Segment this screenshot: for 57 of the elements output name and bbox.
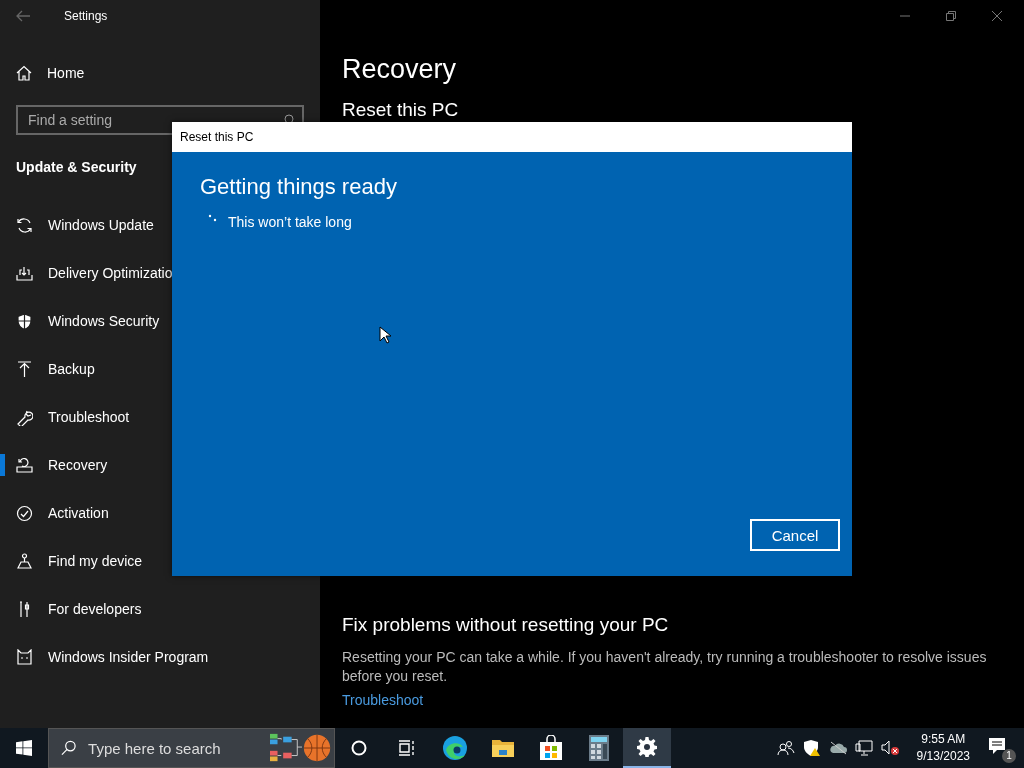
cat-face-icon — [16, 648, 33, 666]
wrench-icon — [16, 408, 33, 426]
calculator-icon — [589, 735, 609, 761]
status-text: This won’t take long — [228, 214, 352, 230]
settings-button[interactable] — [623, 728, 671, 768]
close-icon[interactable] — [992, 11, 1002, 21]
troubleshoot-link[interactable]: Troubleshoot — [342, 692, 424, 708]
notification-badge: 1 — [1002, 749, 1016, 763]
section-heading: Fix problems without resetting your PC — [342, 614, 670, 636]
person-location-icon — [16, 552, 33, 570]
shield-icon — [16, 312, 33, 330]
download-tray-icon — [16, 264, 33, 282]
sync-icon — [16, 216, 33, 234]
sidebar-item[interactable]: Activation — [0, 489, 320, 537]
cancel-button[interactable]: Cancel — [750, 519, 840, 551]
restore-icon[interactable] — [946, 11, 956, 21]
upload-arrow-icon — [16, 360, 33, 378]
windows-logo-icon[interactable] — [16, 740, 32, 756]
task-view-icon — [398, 740, 416, 756]
sidebar-item[interactable]: Windows Insider Program — [0, 633, 320, 681]
sidebar-item[interactable]: Find my device — [0, 537, 320, 585]
shield-warning-icon[interactable] — [802, 739, 821, 757]
clock-date: 9/13/2023 — [916, 748, 970, 765]
people-icon[interactable] — [776, 740, 795, 756]
sidebar-item[interactable]: Delivery Optimizatio — [0, 249, 320, 297]
taskbar-search-box[interactable]: Type here to search — [48, 728, 335, 768]
dialog-title: Reset this PC — [172, 122, 852, 152]
back-arrow-icon[interactable] — [16, 10, 30, 22]
dialog-heading: Getting things ready — [200, 174, 398, 200]
edge-logo-icon — [442, 735, 468, 761]
circle-icon — [351, 740, 367, 756]
search-field[interactable]: Type here to search — [86, 738, 261, 758]
clock-time: 9:55 AM — [921, 731, 966, 748]
sidebar-item[interactable]: Backup — [0, 345, 320, 393]
description-text: Resetting your PC can take a while. If you haven't already, try running a troubleshooter to resolve issues before you reset. — [342, 648, 988, 686]
sidebar-item[interactable]: Recovery — [0, 441, 320, 489]
sidebar-item[interactable]: For developers — [0, 585, 320, 633]
sidebar-item[interactable]: Windows Security — [0, 297, 320, 345]
home-item[interactable]: Home — [0, 49, 320, 97]
volume-muted-icon[interactable] — [880, 740, 899, 756]
page-title: Recovery — [342, 54, 458, 85]
notification-icon[interactable] — [988, 737, 1006, 755]
search-icon — [61, 740, 77, 756]
home-icon — [16, 65, 32, 81]
folder-icon — [491, 737, 515, 759]
spinner-icon — [208, 214, 218, 224]
check-circle-icon — [16, 504, 33, 522]
network-icon[interactable] — [854, 740, 873, 756]
section-heading: Reset this PC — [342, 99, 460, 121]
mouse-pointer-icon — [379, 326, 391, 344]
window-title: Settings — [64, 9, 108, 23]
section-heading: Update & Security — [16, 159, 137, 175]
cloud-off-icon[interactable] — [828, 741, 847, 755]
shopping-bag-icon — [539, 735, 563, 761]
gear-icon — [637, 737, 657, 757]
restore-icon — [16, 456, 33, 474]
sidebar-item[interactable]: Troubleshoot — [0, 393, 320, 441]
